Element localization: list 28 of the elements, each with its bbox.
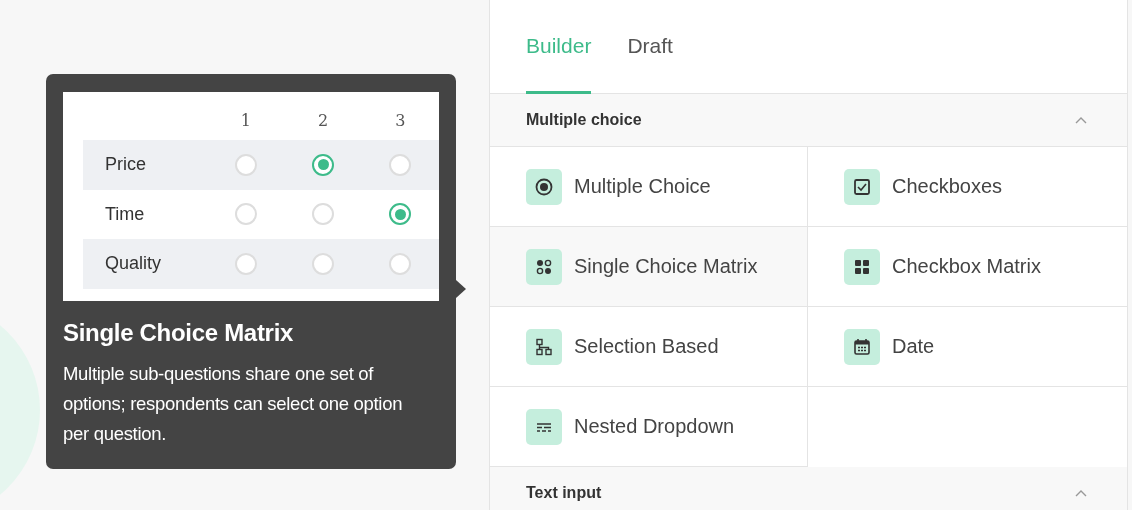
question-type-item[interactable]: Selection Based bbox=[490, 307, 808, 387]
question-type-item[interactable]: Checkbox Matrix bbox=[808, 227, 1127, 307]
grid-icon bbox=[853, 257, 871, 276]
checkbox-icon bbox=[853, 177, 871, 196]
radio-button[interactable] bbox=[389, 203, 412, 226]
tooltip-title: Single Choice Matrix bbox=[63, 318, 295, 347]
row-label: Time bbox=[104, 203, 146, 225]
tooltip-description: Multiple sub-questions share one set of options; respondents can select one option per question. bbox=[63, 361, 404, 446]
column-header: 1 bbox=[239, 110, 252, 130]
section-header[interactable]: Text input bbox=[490, 467, 1127, 510]
question-type-item[interactable]: Date bbox=[808, 307, 1127, 387]
hierarchy-icon bbox=[535, 337, 553, 356]
row-label: Price bbox=[104, 154, 147, 176]
section-header[interactable]: Multiple choice bbox=[490, 94, 1127, 147]
row-label: Quality bbox=[104, 253, 163, 275]
chevron-up-icon[interactable] bbox=[1075, 489, 1087, 497]
radio-button[interactable] bbox=[312, 153, 335, 176]
radio-icon bbox=[535, 177, 553, 196]
question-type-item[interactable]: Checkboxes bbox=[808, 147, 1127, 227]
section-title: Text input bbox=[526, 484, 602, 502]
dots-icon bbox=[535, 257, 553, 276]
question-type-item[interactable]: Single Choice Matrix bbox=[490, 227, 808, 307]
chevron-up-icon[interactable] bbox=[1075, 116, 1087, 124]
section-title: Multiple choice bbox=[526, 111, 642, 129]
tab[interactable]: Draft bbox=[627, 0, 673, 94]
column-header: 2 bbox=[316, 110, 330, 130]
calendar-icon bbox=[853, 337, 871, 356]
column-header: 3 bbox=[394, 110, 407, 130]
